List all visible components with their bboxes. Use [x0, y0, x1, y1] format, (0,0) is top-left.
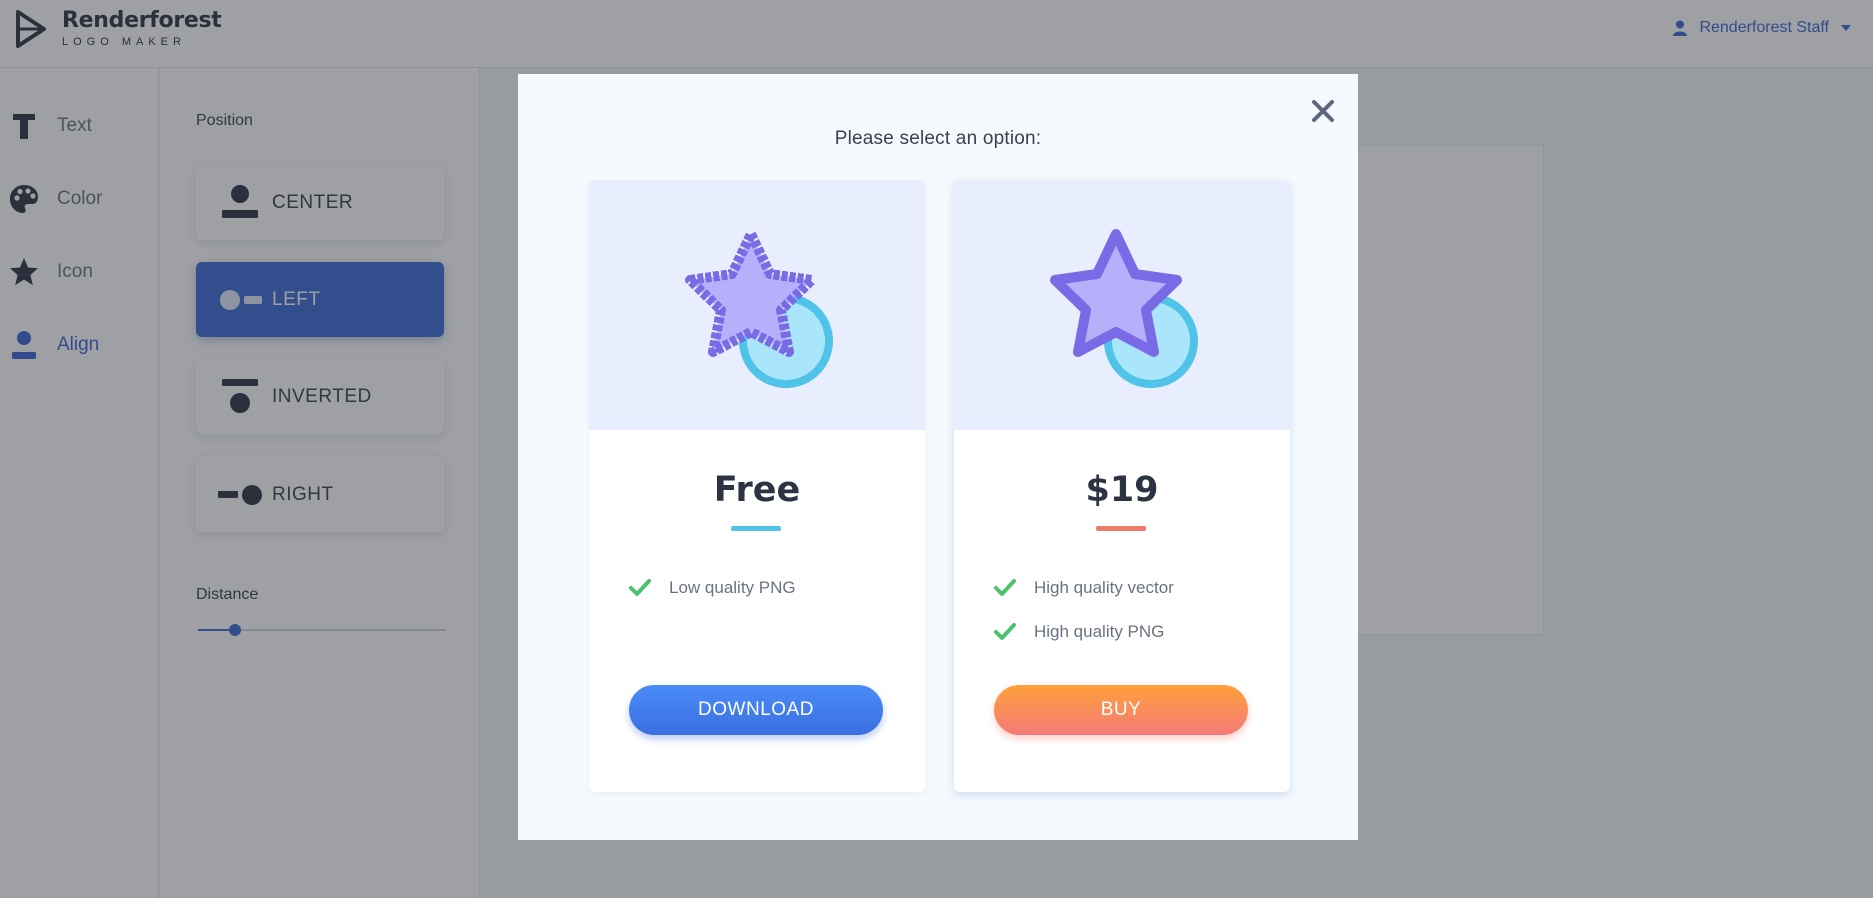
- price-label: Free: [713, 470, 801, 510]
- star-circle-pixelated-icon: [685, 229, 833, 388]
- price-underline: [1096, 526, 1146, 531]
- paid-preview: [954, 180, 1290, 430]
- check-icon: [994, 623, 1016, 640]
- download-options-modal: Please select an option: Free Low qualit…: [518, 74, 1358, 840]
- feature-text: Low quality PNG: [669, 578, 796, 597]
- check-icon: [629, 579, 651, 596]
- feature-item: High quality vector: [994, 566, 1174, 610]
- price-label: $19: [1085, 470, 1159, 510]
- check-icon: [994, 579, 1016, 596]
- paid-option-card: $19 High quality vector High quality PNG…: [954, 180, 1290, 792]
- star-circle-vector-icon: [1050, 229, 1198, 388]
- feature-list: Low quality PNG: [629, 566, 796, 610]
- feature-list: High quality vector High quality PNG: [994, 566, 1174, 654]
- close-icon[interactable]: [1308, 96, 1338, 126]
- feature-item: High quality PNG: [994, 610, 1174, 654]
- feature-text: High quality vector: [1034, 578, 1174, 597]
- free-option-card: Free Low quality PNG DOWNLOAD: [589, 180, 925, 792]
- feature-text: High quality PNG: [1034, 622, 1165, 641]
- feature-item: Low quality PNG: [629, 566, 796, 610]
- free-preview: [589, 180, 925, 430]
- buy-button[interactable]: BUY: [994, 685, 1248, 735]
- modal-title: Please select an option:: [834, 128, 1042, 149]
- price-underline: [731, 526, 781, 531]
- download-button[interactable]: DOWNLOAD: [629, 685, 883, 735]
